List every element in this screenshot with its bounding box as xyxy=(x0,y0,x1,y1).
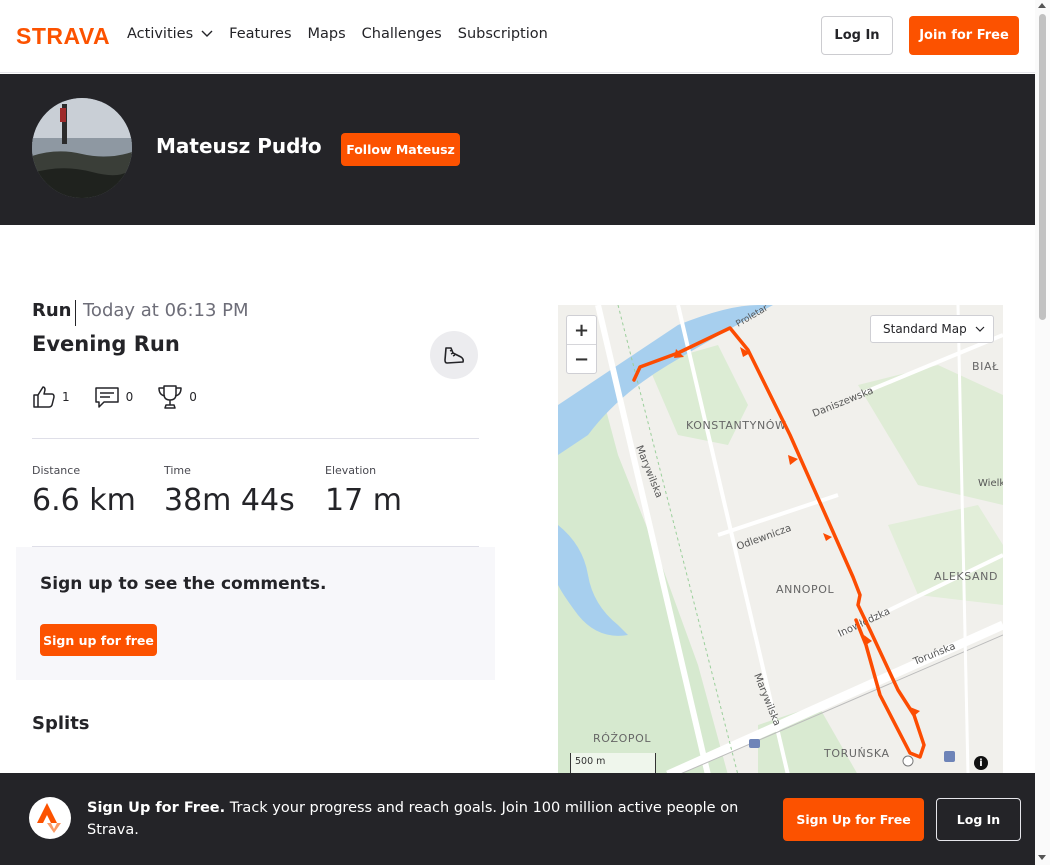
login-button[interactable]: Log In xyxy=(821,16,893,55)
stat-elevation: Elevation 17 m xyxy=(325,464,402,518)
page: STRAVA Activities Features Maps Challeng… xyxy=(0,0,1035,865)
chevron-down-icon xyxy=(201,30,213,37)
nav-item-maps[interactable]: Maps xyxy=(308,26,346,42)
signup-free-button[interactable]: Sign up for free xyxy=(40,624,157,656)
comments-button[interactable]: 0 xyxy=(94,385,134,409)
zoom-out-button[interactable]: − xyxy=(567,345,596,374)
info-icon[interactable]: i xyxy=(974,756,988,770)
district-label: RÓŻOPOL xyxy=(593,732,651,745)
activity-date: Today at 06:13 PM xyxy=(83,300,249,321)
athlete-name[interactable]: Mateusz Pudło xyxy=(156,134,322,158)
map-canvas: Marywilska Daniszewska Odlewnicza Inowło… xyxy=(558,305,1003,775)
achievements-button[interactable]: 0 xyxy=(157,384,197,410)
district-label: ALEKSAND xyxy=(934,570,998,583)
nav-links: Activities Features Maps Challenges Subs… xyxy=(127,26,548,42)
divider xyxy=(75,300,76,326)
avatar[interactable] xyxy=(32,98,132,198)
kudos-button[interactable]: 1 xyxy=(32,385,70,409)
stat-label: Distance xyxy=(32,464,81,477)
stat-value: 17 m xyxy=(325,483,402,518)
banner-heading: Sign Up for Free. xyxy=(87,800,226,816)
comments-count: 0 xyxy=(125,390,134,404)
gear-shoe-button[interactable] xyxy=(430,331,478,379)
strava-logo[interactable]: STRAVA xyxy=(16,24,112,48)
comments-prompt: Sign up to see the comments. xyxy=(40,574,327,594)
nav-item-features[interactable]: Features xyxy=(229,26,291,42)
strava-logo-icon xyxy=(29,797,71,839)
splits-heading: Splits xyxy=(32,713,90,734)
zoom-control: + − xyxy=(566,315,597,374)
route-map[interactable]: Marywilska Daniszewska Odlewnicza Inowło… xyxy=(558,305,1003,775)
divider xyxy=(32,438,479,439)
logo-text: STRAVA xyxy=(16,24,110,48)
poi-icon xyxy=(944,751,955,762)
map-scale: 500 m xyxy=(570,753,656,775)
scroll-down-arrow[interactable] xyxy=(1038,855,1046,860)
athlete-header: Mateusz Pudło Follow Mateusz xyxy=(0,74,1035,225)
follow-button[interactable]: Follow Mateusz xyxy=(341,133,460,166)
activity-type: Run xyxy=(32,300,72,321)
map-style-label: Standard Map xyxy=(883,322,967,336)
achievements-count: 0 xyxy=(189,390,197,404)
stat-label: Elevation xyxy=(325,464,377,477)
top-nav: STRAVA Activities Features Maps Challeng… xyxy=(0,0,1035,73)
zoom-in-button[interactable]: + xyxy=(567,316,596,345)
stat-value: 38m 44s xyxy=(164,483,295,518)
district-label: TORUŃSKA xyxy=(823,747,890,760)
trophy-icon xyxy=(158,385,183,409)
chevron-down-icon xyxy=(975,326,985,332)
nav-item-activities[interactable]: Activities xyxy=(127,26,213,42)
district-label: ANNOPOL xyxy=(776,583,835,596)
shoe-icon xyxy=(444,347,465,364)
scroll-up-arrow[interactable] xyxy=(1038,3,1046,8)
comment-icon xyxy=(94,387,119,408)
banner-signup-button[interactable]: Sign Up for Free xyxy=(783,798,924,841)
nav-item-subscription[interactable]: Subscription xyxy=(458,26,548,42)
thumbs-up-icon xyxy=(33,386,55,408)
route-start-marker xyxy=(902,755,914,767)
stat-value: 6.6 km xyxy=(32,483,136,518)
avatar-photo xyxy=(32,98,132,198)
join-free-button[interactable]: Join for Free xyxy=(909,16,1019,55)
stat-label: Time xyxy=(164,464,191,477)
nav-item-label: Activities xyxy=(127,26,194,42)
comments-signup-box: Sign up to see the comments. Sign up for… xyxy=(16,547,495,680)
poi-icon xyxy=(749,739,760,748)
scrollbar[interactable] xyxy=(1035,0,1050,865)
banner-message: Sign Up for Free. Track your progress an… xyxy=(87,797,757,841)
district-label: BIAŁ xyxy=(972,360,999,373)
street-label: Wielk xyxy=(978,478,1003,489)
activity-title: Evening Run xyxy=(32,332,180,356)
map-style-select[interactable]: Standard Map xyxy=(870,315,994,343)
social-stats: 1 0 0 xyxy=(32,384,221,410)
nav-item-challenges[interactable]: Challenges xyxy=(362,26,442,42)
stat-time: Time 38m 44s xyxy=(164,464,295,518)
scroll-thumb[interactable] xyxy=(1039,14,1046,320)
kudos-count: 1 xyxy=(62,390,70,404)
district-label: KONSTANTYNÓW xyxy=(686,419,787,432)
signup-banner: Sign Up for Free. Track your progress an… xyxy=(0,773,1035,865)
banner-login-button[interactable]: Log In xyxy=(936,798,1021,841)
stat-distance: Distance 6.6 km xyxy=(32,464,136,518)
